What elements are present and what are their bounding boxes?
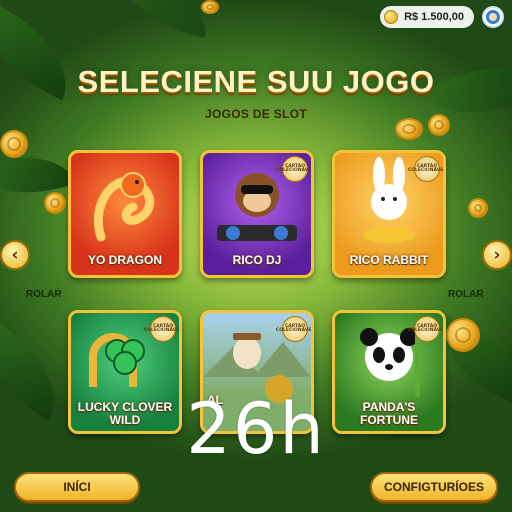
collectible-badge: CARTÃO COLECIONÁVEL bbox=[408, 156, 443, 182]
collectible-badge: CARTÃO COLECIONÁVEL bbox=[276, 316, 311, 342]
coin-decoration bbox=[395, 118, 423, 140]
leaf-decoration bbox=[116, 0, 214, 38]
start-button[interactable]: INÍCI bbox=[14, 472, 140, 502]
page-subtitle: JOGOS DE SLOT bbox=[205, 107, 307, 121]
top-bar: R$ 1.500,00 bbox=[380, 6, 504, 28]
scroll-right-button[interactable]: › bbox=[482, 240, 512, 270]
game-card-rico-dj[interactable]: CARTÃO COLECIONÁVEL RICO DJ bbox=[200, 150, 314, 278]
balance-amount: R$ 1.500,00 bbox=[404, 11, 464, 23]
collectible-badge: CARTÃO COLECIONÁVEL bbox=[276, 156, 311, 182]
balance-display: R$ 1.500,00 bbox=[380, 6, 474, 28]
coin-decoration bbox=[44, 192, 66, 214]
scroll-right-label: ROLAR bbox=[448, 289, 484, 300]
game-card-yo-dragon[interactable]: YO DRAGON bbox=[68, 150, 182, 278]
game-card-rico-rabbit[interactable]: CARTÃO COLECIONÁVEL RICO RABBIT bbox=[332, 150, 446, 278]
coin-decoration bbox=[468, 198, 488, 218]
card-title: YO DRAGON bbox=[87, 252, 162, 267]
avatar[interactable] bbox=[482, 6, 504, 28]
timer-overlay: 26h bbox=[186, 388, 326, 470]
settings-button[interactable]: CONFIGTURÍOES bbox=[370, 472, 498, 502]
coin-decoration bbox=[201, 0, 219, 14]
user-icon bbox=[486, 10, 500, 24]
card-title: RICO RABBIT bbox=[349, 252, 429, 267]
scroll-left-label: ROLAR bbox=[26, 289, 62, 300]
card-title: RICO DJ bbox=[232, 252, 282, 267]
scroll-left-button[interactable]: ‹ bbox=[0, 240, 30, 270]
coin-decoration bbox=[0, 130, 28, 158]
coin-decoration bbox=[446, 318, 480, 352]
collectible-badge: CARTÃO COLECIONÁVEL bbox=[144, 316, 179, 342]
page-title: SELECIENE SUU JOGO bbox=[77, 64, 435, 99]
coin-icon bbox=[384, 10, 399, 24]
collectible-badge: CARTÃO COLECIONÁVEL bbox=[408, 316, 443, 342]
chevron-left-icon: ‹ bbox=[11, 245, 19, 265]
chevron-right-icon: › bbox=[493, 245, 501, 265]
